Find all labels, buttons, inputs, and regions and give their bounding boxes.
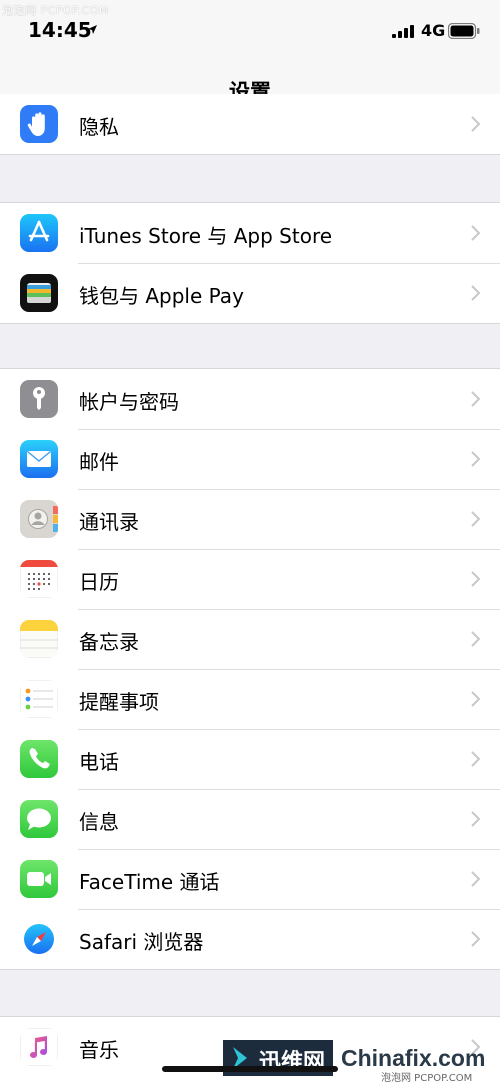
- settings-item-phone[interactable]: 电话: [0, 729, 500, 789]
- location-arrow-icon: [88, 25, 97, 34]
- settings-item-label: 电话: [79, 750, 119, 774]
- settings-item-label: 通讯录: [79, 510, 139, 534]
- music-note-icon: [20, 1028, 58, 1066]
- settings-item-messages[interactable]: 信息: [0, 789, 500, 849]
- watermark-top: 泡泡网 PCPOP.COM: [2, 4, 109, 17]
- facetime-icon: [20, 860, 58, 898]
- settings-item-label: Safari 浏览器: [79, 930, 204, 954]
- chevron-right-icon: [471, 285, 480, 301]
- settings-item-wallet[interactable]: 钱包与 Apple Pay: [0, 263, 500, 323]
- settings-item-label: 信息: [79, 810, 119, 834]
- settings-item-label: 帐户与密码: [79, 390, 179, 414]
- settings-item-label: 邮件: [79, 450, 119, 474]
- settings-item-label: 提醒事项: [79, 690, 159, 714]
- settings-group-privacy: 隐私: [0, 94, 500, 155]
- settings-item-label: 日历: [79, 570, 119, 594]
- contacts-icon: [20, 500, 58, 538]
- messages-icon: [20, 800, 58, 838]
- settings-item-privacy[interactable]: 隐私: [0, 94, 500, 154]
- settings-item-label: 音乐: [79, 1038, 119, 1062]
- settings-item-label: 备忘录: [79, 630, 139, 654]
- settings-item-safari[interactable]: Safari 浏览器: [0, 909, 500, 969]
- settings-item-reminders[interactable]: 提醒事项: [0, 669, 500, 729]
- settings-group-apps: 帐户与密码 邮件 通讯录 日历 备忘录 提醒事项 电话 信息 FaceTime …: [0, 368, 500, 970]
- settings-item-facetime[interactable]: FaceTime 通话: [0, 849, 500, 909]
- chevron-right-icon: [471, 511, 480, 527]
- status-time: 14:45: [28, 18, 92, 42]
- chevron-right-icon: [471, 451, 480, 467]
- network-type: 4G: [421, 21, 446, 40]
- home-indicator[interactable]: [162, 1066, 338, 1072]
- watermark-site: Chinafix.com: [341, 1045, 486, 1071]
- chevron-right-icon: [471, 691, 480, 707]
- privacy-hand-icon: [20, 105, 58, 143]
- chevron-right-icon: [471, 931, 480, 947]
- phone-icon: [20, 740, 58, 778]
- settings-item-label: iTunes Store 与 App Store: [79, 224, 333, 248]
- settings-item-mail[interactable]: 邮件: [0, 429, 500, 489]
- watermark-bottom: 迅维网 Chinafix.com 泡泡网 PCPOP.COM: [223, 1040, 500, 1084]
- battery-icon: [448, 23, 480, 39]
- chevron-right-icon: [471, 571, 480, 587]
- calendar-icon: [20, 560, 58, 598]
- settings-item-label: 隐私: [79, 115, 119, 139]
- notes-icon: [20, 620, 58, 658]
- settings-item-accounts-passwords[interactable]: 帐户与密码: [0, 369, 500, 429]
- wallet-icon: [20, 274, 58, 312]
- mail-icon: [20, 440, 58, 478]
- chevron-right-icon: [471, 871, 480, 887]
- reminders-icon: [20, 680, 58, 718]
- chevron-right-icon: [471, 116, 480, 132]
- settings-item-label: FaceTime 通话: [79, 870, 220, 894]
- chevron-right-icon: [471, 631, 480, 647]
- settings-item-itunes-app-store[interactable]: iTunes Store 与 App Store: [0, 203, 500, 263]
- chevron-right-icon: [471, 751, 480, 767]
- settings-item-label: 钱包与 Apple Pay: [79, 284, 244, 308]
- settings-item-calendar[interactable]: 日历: [0, 549, 500, 609]
- key-icon: [20, 380, 58, 418]
- chevron-right-icon: [471, 391, 480, 407]
- chevron-right-icon: [471, 811, 480, 827]
- settings-item-contacts[interactable]: 通讯录: [0, 489, 500, 549]
- settings-group-store: iTunes Store 与 App Store 钱包与 Apple Pay: [0, 202, 500, 324]
- safari-compass-icon: [20, 920, 58, 958]
- app-store-icon: [20, 214, 58, 252]
- watermark-small: 泡泡网 PCPOP.COM: [381, 1073, 473, 1084]
- settings-item-notes[interactable]: 备忘录: [0, 609, 500, 669]
- chevron-right-icon: [471, 225, 480, 241]
- cellular-signal-icon: [392, 25, 414, 38]
